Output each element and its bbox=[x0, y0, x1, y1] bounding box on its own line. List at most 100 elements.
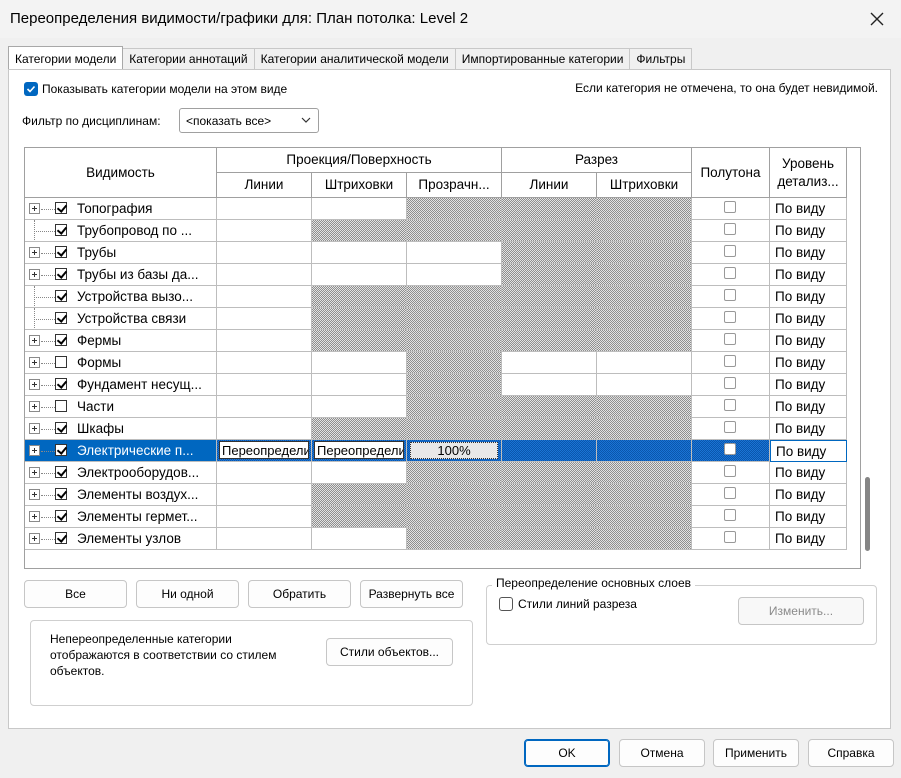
proj-patterns-cell[interactable] bbox=[312, 528, 407, 550]
visibility-checkbox[interactable] bbox=[55, 356, 67, 368]
halftone-checkbox[interactable] bbox=[724, 487, 736, 499]
table-row[interactable]: Шкафы По виду bbox=[25, 418, 847, 440]
cut-patterns-cell[interactable] bbox=[597, 528, 692, 550]
edit-button[interactable]: Изменить... bbox=[738, 597, 864, 625]
proj-transparency-cell[interactable] bbox=[407, 396, 502, 418]
proj-lines-cell[interactable] bbox=[217, 198, 312, 220]
halftone-checkbox[interactable] bbox=[724, 333, 736, 345]
override-lines-button[interactable]: Переопределить... bbox=[219, 441, 309, 459]
detail-level-cell[interactable]: По виду bbox=[770, 264, 847, 286]
proj-lines-cell[interactable] bbox=[217, 220, 312, 242]
halftone-cell[interactable] bbox=[692, 330, 770, 352]
proj-patterns-cell[interactable] bbox=[312, 484, 407, 506]
table-row[interactable]: Топография По виду bbox=[25, 198, 847, 220]
visibility-cell[interactable]: Формы bbox=[25, 352, 217, 374]
halftone-cell[interactable] bbox=[692, 198, 770, 220]
visibility-checkbox[interactable] bbox=[55, 312, 67, 324]
visibility-checkbox[interactable] bbox=[55, 246, 67, 258]
proj-transparency-cell[interactable] bbox=[407, 330, 502, 352]
proj-patterns-cell[interactable] bbox=[312, 242, 407, 264]
proj-transparency-cell[interactable]: 100% bbox=[407, 440, 502, 462]
proj-lines-cell[interactable] bbox=[217, 528, 312, 550]
table-row[interactable]: Формы По виду bbox=[25, 352, 847, 374]
detail-level-cell[interactable]: По виду bbox=[770, 330, 847, 352]
expand-icon[interactable] bbox=[29, 401, 40, 412]
table-scrollbar[interactable] bbox=[861, 147, 875, 569]
proj-patterns-cell[interactable] bbox=[312, 308, 407, 330]
table-row[interactable]: Электрические п... Переопределить... Перео… bbox=[25, 440, 847, 462]
halftone-cell[interactable] bbox=[692, 440, 770, 462]
table-row[interactable]: Части По виду bbox=[25, 396, 847, 418]
table-row[interactable]: Трубы По виду bbox=[25, 242, 847, 264]
table-row[interactable]: Элементы воздух... По виду bbox=[25, 484, 847, 506]
cut-lines-cell[interactable] bbox=[502, 506, 597, 528]
visibility-checkbox[interactable] bbox=[55, 510, 67, 522]
cut-patterns-cell[interactable] bbox=[597, 198, 692, 220]
visibility-cell[interactable]: Топография bbox=[25, 198, 217, 220]
halftone-checkbox[interactable] bbox=[724, 443, 736, 455]
proj-patterns-cell[interactable] bbox=[312, 352, 407, 374]
proj-transparency-cell[interactable] bbox=[407, 242, 502, 264]
halftone-cell[interactable] bbox=[692, 286, 770, 308]
table-row[interactable]: Фундамент несущ... По виду bbox=[25, 374, 847, 396]
visibility-cell[interactable]: Электрические п... bbox=[25, 440, 217, 462]
cut-line-styles-checkbox[interactable]: Стили линий разреза bbox=[499, 597, 637, 611]
cut-lines-cell[interactable] bbox=[502, 374, 597, 396]
cut-patterns-cell[interactable] bbox=[597, 506, 692, 528]
cut-patterns-cell[interactable] bbox=[597, 396, 692, 418]
expand-icon[interactable] bbox=[29, 357, 40, 368]
expand-icon[interactable] bbox=[29, 335, 40, 346]
header-cut-patterns[interactable]: Штриховки bbox=[597, 173, 692, 198]
visibility-checkbox[interactable] bbox=[55, 202, 67, 214]
cut-patterns-cell[interactable] bbox=[597, 418, 692, 440]
proj-transparency-cell[interactable] bbox=[407, 374, 502, 396]
table-row[interactable]: Устройства связи По виду bbox=[25, 308, 847, 330]
proj-lines-cell[interactable] bbox=[217, 484, 312, 506]
expand-icon[interactable] bbox=[29, 467, 40, 478]
expand-icon[interactable] bbox=[29, 533, 40, 544]
header-cut-lines[interactable]: Линии bbox=[502, 173, 597, 198]
halftone-cell[interactable] bbox=[692, 506, 770, 528]
cut-lines-cell[interactable] bbox=[502, 396, 597, 418]
cut-lines-cell[interactable] bbox=[502, 198, 597, 220]
proj-lines-cell[interactable] bbox=[217, 352, 312, 374]
ok-button[interactable]: OK bbox=[524, 739, 610, 767]
cut-patterns-cell[interactable] bbox=[597, 330, 692, 352]
halftone-checkbox[interactable] bbox=[724, 355, 736, 367]
transparency-button[interactable]: 100% bbox=[410, 442, 498, 459]
cut-lines-cell[interactable] bbox=[502, 462, 597, 484]
detail-level-cell[interactable]: По виду bbox=[770, 308, 847, 330]
detail-level-cell[interactable]: По виду bbox=[770, 242, 847, 264]
halftone-checkbox[interactable] bbox=[724, 311, 736, 323]
detail-level-cell[interactable]: По виду bbox=[770, 220, 847, 242]
proj-patterns-cell[interactable] bbox=[312, 374, 407, 396]
header-halftone[interactable]: Полутона bbox=[692, 148, 770, 198]
cut-patterns-cell[interactable] bbox=[597, 264, 692, 286]
table-row[interactable]: Устройства вызо... По виду bbox=[25, 286, 847, 308]
cut-lines-cell[interactable] bbox=[502, 286, 597, 308]
proj-transparency-cell[interactable] bbox=[407, 220, 502, 242]
expand-icon[interactable] bbox=[29, 379, 40, 390]
table-row[interactable]: Электрооборудов... По виду bbox=[25, 462, 847, 484]
cut-lines-cell[interactable] bbox=[502, 264, 597, 286]
cut-patterns-cell[interactable] bbox=[597, 484, 692, 506]
invert-button[interactable]: Обратить bbox=[248, 580, 351, 608]
close-button[interactable] bbox=[863, 5, 891, 33]
proj-patterns-cell[interactable] bbox=[312, 286, 407, 308]
proj-patterns-cell[interactable]: Переопределить... bbox=[312, 440, 407, 462]
halftone-cell[interactable] bbox=[692, 352, 770, 374]
expand-icon[interactable] bbox=[29, 247, 40, 258]
detail-level-cell[interactable]: По виду bbox=[770, 506, 847, 528]
header-detail-level[interactable]: Уровень детализ... bbox=[770, 148, 847, 198]
halftone-checkbox[interactable] bbox=[724, 421, 736, 433]
expand-all-button[interactable]: Развернуть все bbox=[360, 580, 463, 608]
expand-icon[interactable] bbox=[29, 203, 40, 214]
halftone-checkbox[interactable] bbox=[724, 399, 736, 411]
proj-transparency-cell[interactable] bbox=[407, 528, 502, 550]
expand-icon[interactable] bbox=[29, 511, 40, 522]
halftone-cell[interactable] bbox=[692, 308, 770, 330]
table-row[interactable]: Элементы узлов По виду bbox=[25, 528, 847, 550]
detail-level-cell[interactable]: По виду bbox=[770, 528, 847, 550]
proj-transparency-cell[interactable] bbox=[407, 198, 502, 220]
proj-transparency-cell[interactable] bbox=[407, 418, 502, 440]
